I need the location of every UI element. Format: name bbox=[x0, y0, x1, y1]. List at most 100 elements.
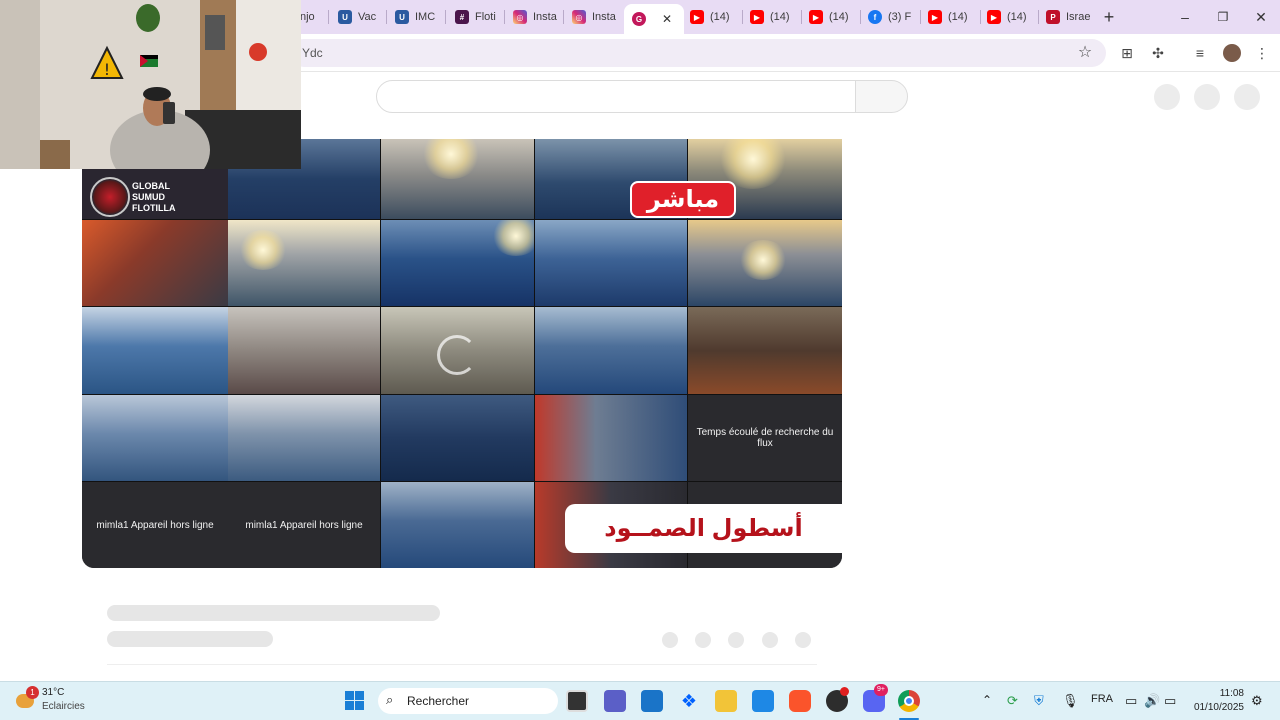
microphone-icon[interactable]: 🎙 bbox=[1062, 693, 1079, 709]
task-view-icon[interactable] bbox=[566, 690, 588, 712]
tab-active[interactable]: G ✕ bbox=[624, 4, 684, 34]
volume-icon[interactable]: 🔊 bbox=[1144, 693, 1160, 709]
tab-12[interactable]: ▶ (14) bbox=[928, 6, 974, 28]
translate-icon[interactable]: ⊞ bbox=[1117, 43, 1137, 63]
file-explorer-icon[interactable] bbox=[715, 690, 737, 712]
tab-6[interactable]: ◎ Insta bbox=[572, 6, 618, 28]
tab-close-icon[interactable]: ✕ bbox=[662, 12, 672, 26]
video-cell bbox=[688, 220, 842, 306]
search-input[interactable] bbox=[376, 80, 856, 113]
teams-icon[interactable] bbox=[604, 690, 626, 712]
tab-8[interactable]: ▶ (14) bbox=[690, 6, 736, 28]
title-placeholder bbox=[107, 605, 440, 621]
svg-text:!: ! bbox=[104, 60, 110, 79]
menu-icon[interactable]: ⋮ bbox=[1252, 43, 1272, 63]
flotilla-logo-icon bbox=[90, 177, 130, 217]
device-offline-message: mimla1 Appareil hors ligne bbox=[96, 519, 214, 531]
search-icon: ⌕ bbox=[386, 692, 394, 707]
monitor-app-icon[interactable] bbox=[752, 690, 774, 712]
close-window-button[interactable]: ✕ bbox=[1246, 6, 1276, 28]
url-text: Ydc bbox=[302, 46, 323, 60]
network-icon[interactable]: ▭ bbox=[1125, 693, 1137, 709]
video-cell bbox=[82, 307, 228, 394]
tab-12-label: (14) bbox=[948, 11, 968, 23]
action-placeholder bbox=[795, 632, 811, 648]
clock-date[interactable]: 01/10/2025 bbox=[1186, 702, 1244, 713]
weather-temp: 31°C bbox=[42, 687, 65, 698]
tab-2-label: Vac bbox=[358, 11, 377, 23]
tab-10-label: (14) bbox=[829, 11, 849, 23]
address-bar[interactable]: Ydc bbox=[290, 39, 1106, 67]
app-icon[interactable] bbox=[826, 687, 849, 712]
live-badge: مباشر bbox=[630, 181, 736, 218]
divider bbox=[107, 664, 817, 665]
webcam-feed-image: ! bbox=[0, 0, 301, 169]
action-placeholder bbox=[662, 632, 678, 648]
youtube-icon: ▶ bbox=[809, 10, 823, 24]
tab-8-label: (14) bbox=[710, 11, 730, 23]
tray-overflow-icon[interactable]: ⌃ bbox=[982, 693, 992, 707]
video-cell bbox=[381, 395, 534, 481]
battery-icon[interactable]: ▭ bbox=[1164, 693, 1176, 709]
tab-14-label: Israe bbox=[1066, 11, 1091, 23]
maximize-button[interactable]: ❐ bbox=[1208, 6, 1238, 28]
discord-icon[interactable]: 9+ bbox=[863, 684, 888, 712]
taskbar-search[interactable]: ⌕ Rechercher bbox=[378, 688, 558, 714]
uni-icon: U bbox=[395, 10, 409, 24]
video-cell bbox=[228, 307, 380, 394]
tab-11[interactable]: f (3) F bbox=[868, 6, 914, 28]
extensions-icon[interactable]: ✣ bbox=[1148, 43, 1168, 63]
windows-taskbar: 1 31°C Eclaircies ⌕ Rechercher ❖ 9+ ⌃ ⟳ … bbox=[0, 681, 1280, 720]
stream-timeout-message: Temps écoulé de recherche du flux bbox=[696, 427, 834, 449]
logo-line: GLOBAL bbox=[132, 181, 170, 191]
video-cell bbox=[381, 482, 534, 568]
tab-5[interactable]: ◎ Insta bbox=[513, 6, 559, 28]
video-cell bbox=[535, 220, 687, 306]
logo-line: FLOTILLA bbox=[132, 203, 176, 213]
uni-icon: U bbox=[338, 10, 352, 24]
dropbox-icon[interactable]: ❖ bbox=[678, 690, 700, 712]
chrome-icon[interactable] bbox=[898, 690, 920, 712]
slack-icon: # bbox=[455, 10, 469, 24]
profile-avatar[interactable] bbox=[1222, 43, 1242, 63]
bookmark-star-icon[interactable]: ☆ bbox=[1075, 43, 1095, 63]
search-button[interactable] bbox=[855, 80, 908, 113]
minimize-button[interactable]: – bbox=[1170, 6, 1200, 28]
logo-line: SUMUD bbox=[132, 192, 165, 202]
header-placeholder-circle bbox=[1154, 84, 1180, 110]
tab-10[interactable]: ▶ (14) bbox=[809, 6, 855, 28]
windows-start-icon[interactable] bbox=[344, 690, 366, 712]
tab-2[interactable]: U Vac bbox=[338, 6, 378, 28]
brave-icon[interactable] bbox=[789, 690, 811, 712]
video-player[interactable]: Temps écoulé de recherche du flux mimla1… bbox=[82, 139, 842, 568]
language-indicator[interactable]: FRA bbox=[1091, 693, 1113, 705]
new-tab-button[interactable]: + bbox=[1094, 6, 1124, 28]
webcam-overlay: ! bbox=[0, 0, 301, 169]
video-cell bbox=[381, 220, 534, 306]
clock-time[interactable]: 11:08 bbox=[1192, 688, 1244, 699]
tab-13-label: (14) bbox=[1007, 11, 1027, 23]
video-cell-offline: mimla1 Appareil hors ligne bbox=[228, 482, 380, 568]
store-icon[interactable] bbox=[641, 690, 663, 712]
tab-3[interactable]: U IMC bbox=[395, 6, 441, 28]
action-placeholder bbox=[762, 632, 778, 648]
device-offline-message: mimla1 Appareil hors ligne bbox=[245, 519, 363, 531]
weather-widget[interactable]: 1 bbox=[14, 686, 39, 712]
subtitle-placeholder bbox=[107, 631, 273, 647]
action-placeholder bbox=[728, 632, 744, 648]
video-cell bbox=[82, 220, 228, 306]
tab-14[interactable]: P Israe bbox=[1046, 6, 1094, 28]
video-cell bbox=[381, 307, 534, 394]
notifications-icon[interactable]: ⚙ bbox=[1251, 693, 1263, 709]
tab-4[interactable]: # Floti bbox=[455, 6, 501, 28]
video-cell bbox=[535, 395, 687, 481]
tab-13[interactable]: ▶ (14) bbox=[987, 6, 1033, 28]
youtube-icon: ▶ bbox=[928, 10, 942, 24]
media-controls-icon[interactable]: ≡ bbox=[1190, 43, 1210, 63]
sync-icon[interactable]: ⟳ bbox=[1007, 693, 1018, 709]
security-icon[interactable]: ⛨ bbox=[1034, 693, 1044, 709]
video-cell-offline: mimla1 Appareil hors ligne bbox=[82, 482, 228, 568]
tab-9[interactable]: ▶ (14) bbox=[750, 6, 796, 28]
tab-5-label: Insta bbox=[533, 11, 557, 23]
action-placeholder bbox=[695, 632, 711, 648]
